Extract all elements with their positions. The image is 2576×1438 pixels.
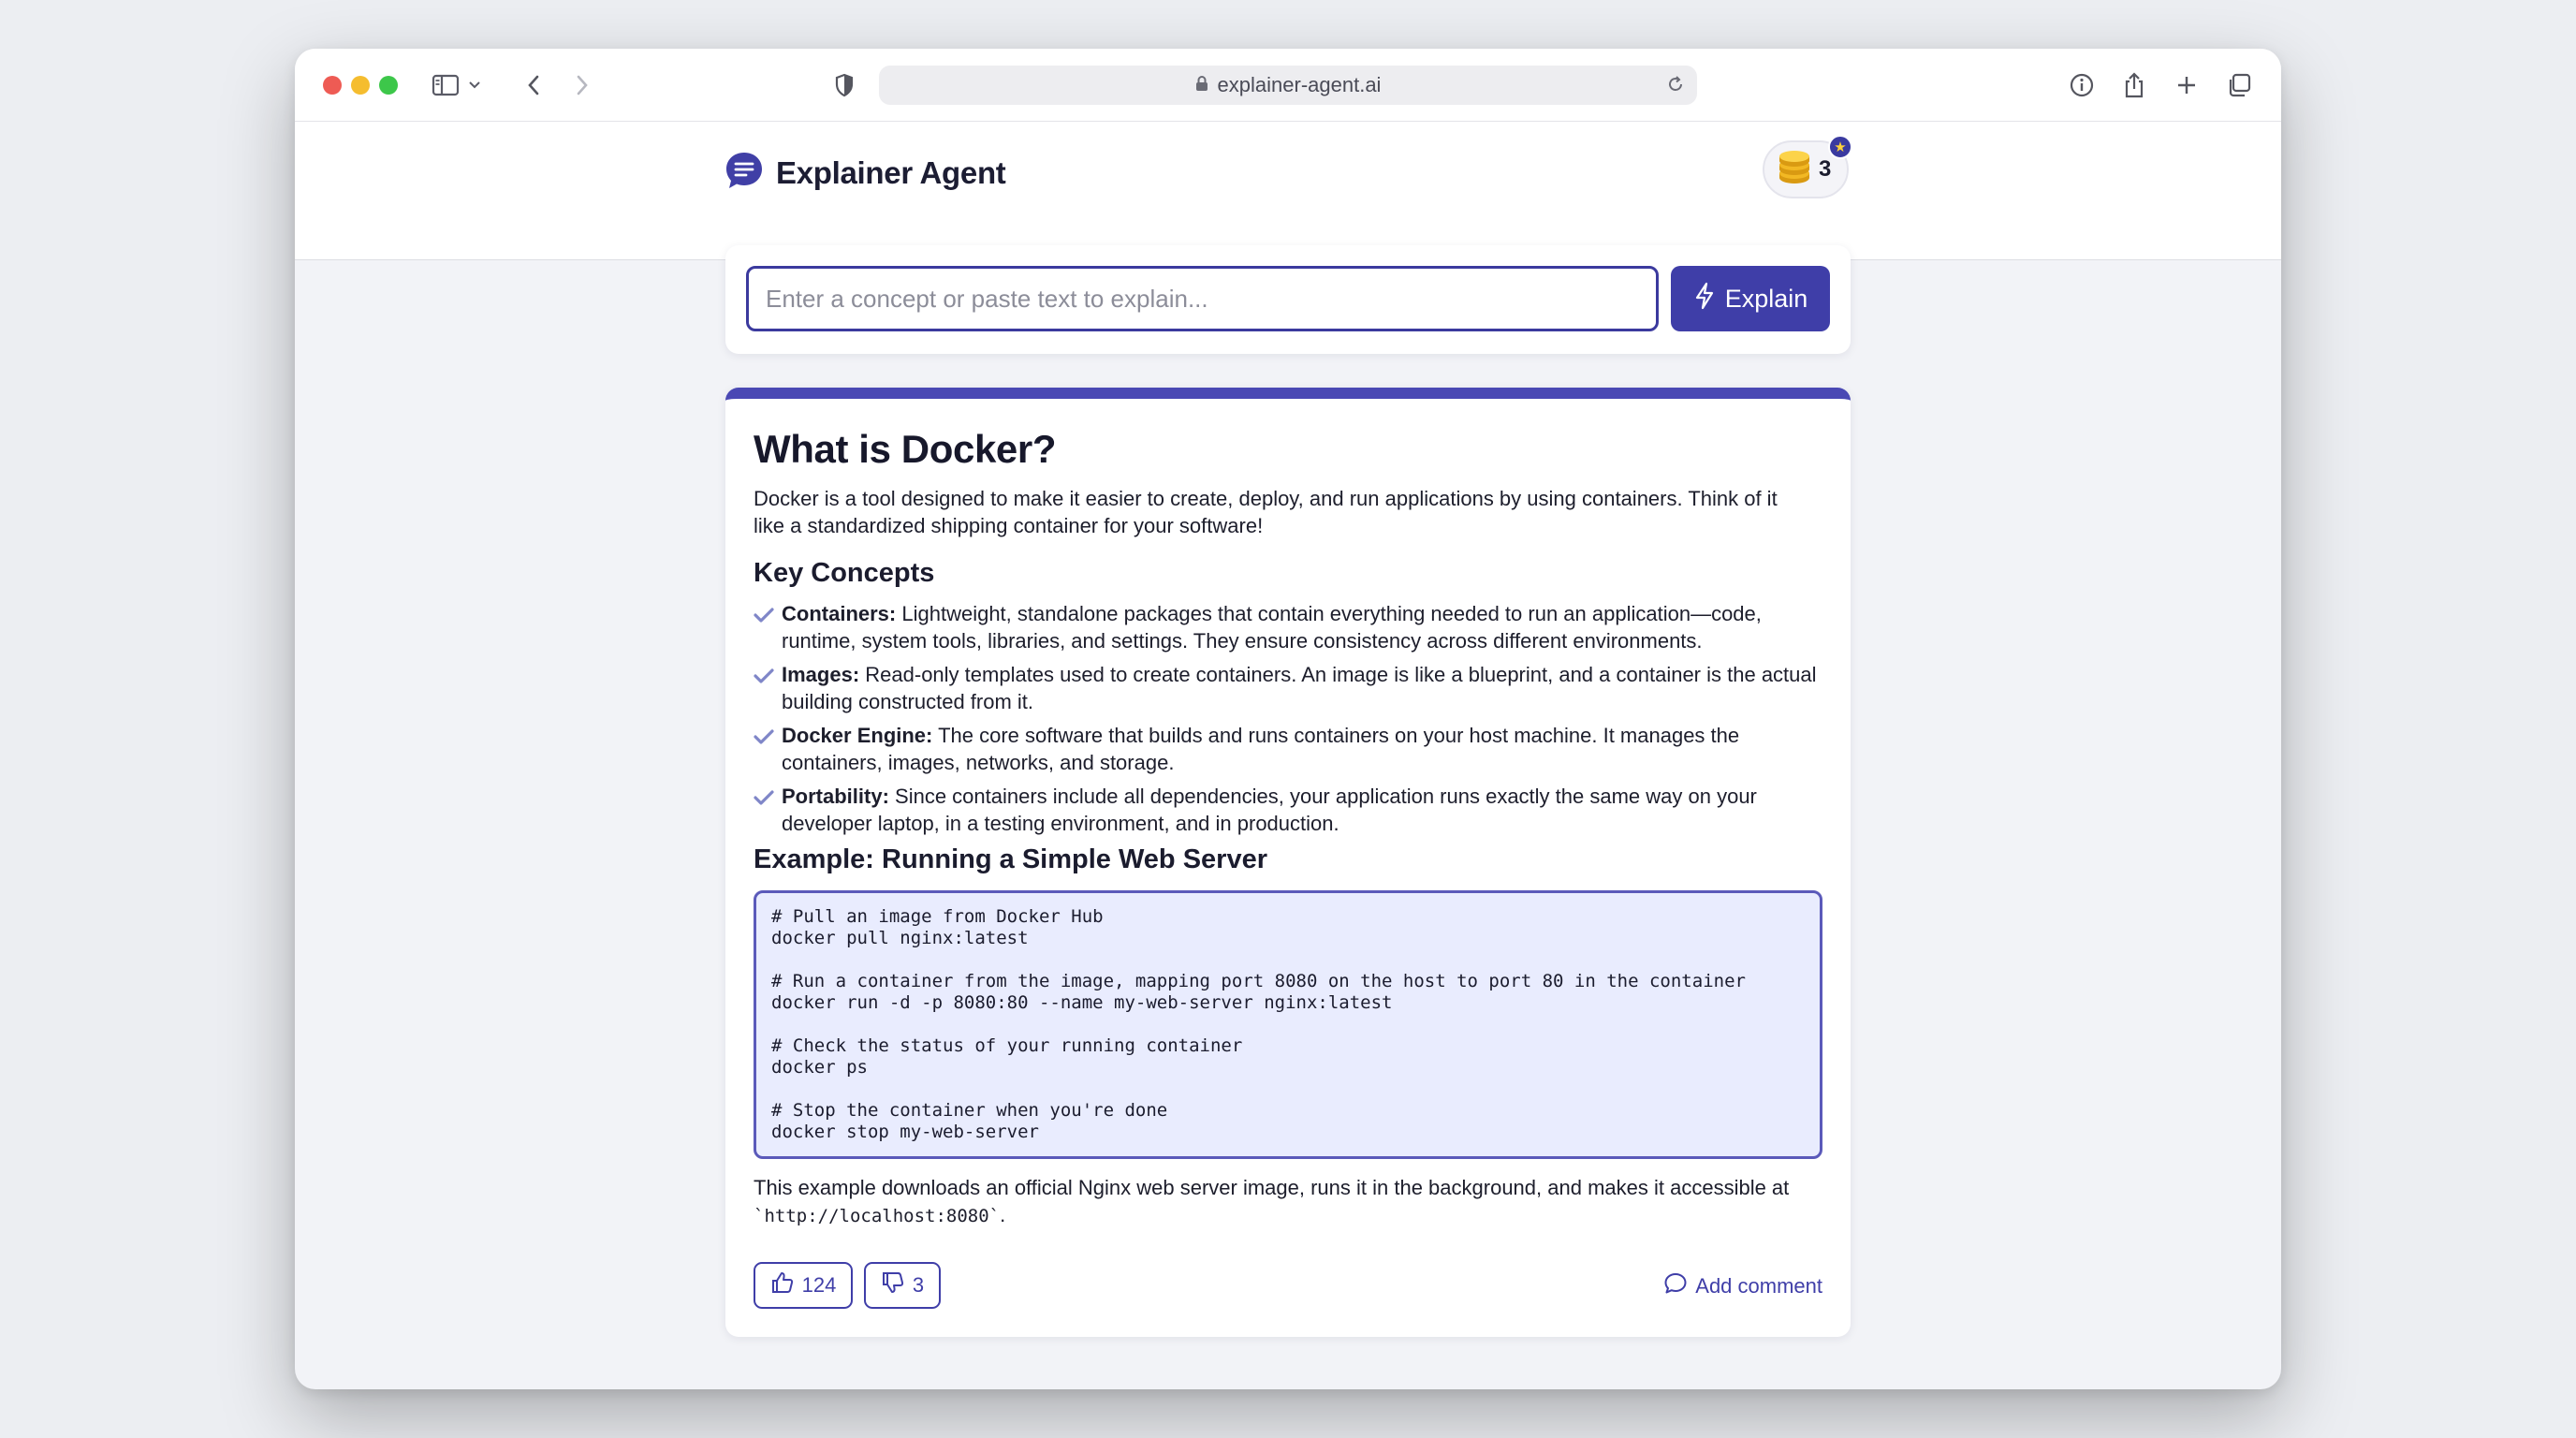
forward-icon[interactable] [564, 67, 600, 103]
like-button[interactable]: 124 [754, 1262, 853, 1309]
thumbs-down-icon [881, 1270, 905, 1300]
new-tab-icon[interactable] [2169, 67, 2204, 103]
lock-icon [1195, 73, 1208, 97]
check-icon [754, 600, 782, 654]
code-block[interactable]: # Pull an image from Docker Hub docker p… [754, 890, 1822, 1159]
example-summary: This example downloads an official Nginx… [754, 1174, 1822, 1230]
lightning-icon [1693, 282, 1716, 316]
reload-icon[interactable] [1665, 74, 1686, 100]
concept-term: Portability: [782, 785, 889, 808]
brand-title: Explainer Agent [776, 154, 1006, 190]
concept-term: Containers: [782, 602, 897, 625]
explain-button[interactable]: Explain [1671, 266, 1830, 331]
example-summary-text: This example downloads an official Nginx… [754, 1176, 1790, 1199]
explanation-title: What is Docker? [754, 427, 1057, 471]
dislike-button[interactable]: 3 [864, 1262, 941, 1309]
explanation-card: What is Docker? Docker is a tool designe… [725, 388, 1851, 1337]
maximize-window-button[interactable] [379, 76, 398, 95]
like-count: 124 [801, 1273, 837, 1297]
coin-balance-badge[interactable]: 3 ★ [1763, 135, 1852, 198]
add-comment-label: Add comment [1695, 1274, 1822, 1298]
chat-bubble-logo-icon [724, 150, 765, 196]
check-icon [754, 661, 782, 715]
explain-form: Explain [725, 245, 1851, 354]
add-comment-link[interactable]: Add comment [1663, 1271, 1822, 1301]
concept-item: Docker Engine: The core software that bu… [754, 722, 1822, 776]
minimize-window-button[interactable] [351, 76, 370, 95]
shield-icon[interactable] [827, 67, 862, 103]
concept-term: Images: [782, 663, 860, 686]
share-icon[interactable] [2116, 67, 2152, 103]
example-heading: Example: Running a Simple Web Server [754, 844, 1268, 874]
url-text: explainer-agent.ai [1217, 73, 1382, 96]
example-summary-end: . [1000, 1203, 1006, 1226]
close-window-button[interactable] [323, 76, 342, 95]
concept-term: Docker Engine: [782, 724, 933, 747]
chevron-down-icon[interactable] [463, 67, 486, 103]
sidebar-toggle-icon[interactable] [428, 67, 463, 103]
back-icon[interactable] [516, 67, 551, 103]
dislike-count: 3 [912, 1273, 925, 1297]
concept-description: Read-only templates used to create conta… [782, 663, 1817, 713]
coin-count: 3 [1819, 156, 1832, 182]
key-concepts-list: Containers: Lightweight, standalone pack… [754, 600, 1822, 837]
browser-toolbar: explainer-agent.ai [295, 49, 2281, 122]
concept-description: Since containers include all dependencie… [782, 785, 1757, 835]
feedback-bar: 124 3 Add comment [754, 1262, 1822, 1309]
key-concepts-heading: Key Concepts [754, 558, 935, 588]
explain-button-label: Explain [1724, 284, 1808, 313]
comment-icon [1663, 1271, 1688, 1301]
check-icon [754, 722, 782, 776]
coin-stack-icon [1776, 149, 1813, 191]
concept-item: Containers: Lightweight, standalone pack… [754, 600, 1822, 654]
star-badge-icon: ★ [1828, 135, 1852, 159]
concept-input[interactable] [746, 266, 1659, 331]
address-bar[interactable]: explainer-agent.ai [879, 66, 1697, 105]
thumbs-up-icon [770, 1270, 795, 1300]
check-icon [754, 783, 782, 837]
concept-item: Portability: Since containers include al… [754, 783, 1822, 837]
code-content: # Pull an image from Docker Hub docker p… [771, 906, 1746, 1142]
brand[interactable]: Explainer Agent [724, 150, 1006, 196]
concept-item: Images: Read-only templates used to crea… [754, 661, 1822, 715]
concept-description: Lightweight, standalone packages that co… [782, 602, 1762, 653]
explanation-intro: Docker is a tool designed to make it eas… [754, 487, 1778, 537]
app-header: Explainer Agent 3 ★ [295, 122, 2281, 260]
browser-window: explainer-agent.ai Explainer Agent 3 ★ E… [295, 49, 2281, 1389]
localhost-url: `http://localhost:8080` [754, 1206, 1001, 1226]
tab-overview-icon[interactable] [2221, 67, 2257, 103]
info-icon[interactable] [2064, 67, 2100, 103]
